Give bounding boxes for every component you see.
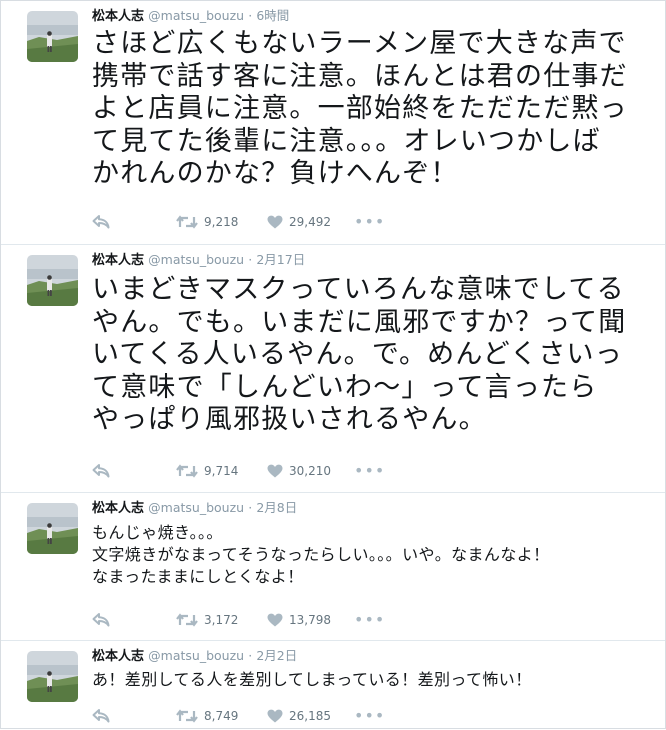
like-count: 30,210 (289, 464, 331, 478)
tweet-text-line: あ！差別してる人を差別してしまっている！差別って怖い！ (92, 670, 532, 689)
author-handle[interactable]: @matsu_bouzu (148, 648, 244, 663)
tweet-timestamp[interactable]: 6時間 (256, 8, 289, 23)
reply-button[interactable] (92, 610, 110, 630)
tweet-text-line: やん。でも。いまだに風邪ですか？って聞 (92, 306, 627, 338)
retweet-count: 8,749 (204, 709, 239, 723)
reply-button[interactable] (92, 461, 110, 481)
heart-icon (267, 464, 283, 478)
tweet-text-line: やっぱり風邪扱いされるやん。 (92, 404, 487, 435)
tweet-text-line: いてくる人いるやん。で。めんどくさいっ (92, 339, 623, 370)
reply-icon (92, 464, 110, 478)
tweet-timestamp[interactable]: 2月17日 (256, 252, 305, 267)
tweet-text: あ！差別してる人を差別してしまっている！差別って怖い！ (92, 669, 532, 691)
tweet-text-line: なまったままにしとくなよ！ (92, 567, 304, 586)
tweet-actions: 8,749 26,185 ••• (92, 706, 492, 726)
author-handle[interactable]: @matsu_bouzu (148, 252, 244, 267)
tweet-actions: 9,218 29,492 ••• (92, 212, 492, 232)
reply-icon (92, 709, 110, 723)
like-count: 26,185 (289, 709, 331, 723)
more-button[interactable]: ••• (354, 610, 385, 630)
more-button[interactable]: ••• (354, 461, 385, 481)
tweet-text-line: 文字焼きがなまってそうなったらしい。。。いや。なまんなよ！ (92, 545, 550, 564)
more-icon: ••• (354, 706, 386, 725)
separator-dot: · (248, 8, 253, 23)
reply-button[interactable] (92, 212, 110, 232)
more-icon: ••• (354, 461, 386, 480)
author-name[interactable]: 松本人志 (92, 501, 144, 516)
heart-icon (267, 215, 283, 229)
retweet-button[interactable]: 8,749 (176, 706, 238, 726)
avatar[interactable] (27, 255, 78, 306)
tweet-header: 松本人志 @matsu_bouzu · 2月17日 (92, 251, 305, 270)
tweet-text-line: て意味で「しんどいわ〜」って言ったら (92, 371, 598, 403)
reply-button[interactable] (92, 706, 110, 726)
separator-dot: · (248, 648, 253, 663)
tweet-actions: 9,714 30,210 ••• (92, 461, 492, 481)
retweet-count: 9,714 (204, 464, 239, 478)
retweet-icon (176, 464, 198, 478)
more-icon: ••• (354, 610, 386, 629)
retweet-icon (176, 215, 198, 229)
avatar[interactable] (27, 503, 78, 554)
tweet-text-line: 携帯で話す客に注意。ほんとは君の仕事だ (92, 60, 628, 92)
tweet-text-line: さほど広くもないラーメン屋で大きな声で (92, 28, 627, 59)
tweet-header: 松本人志 @matsu_bouzu · 6時間 (92, 7, 289, 26)
like-button[interactable]: 30,210 (267, 461, 331, 481)
tweet-text: さほど広くもないラーメン屋で大きな声で 携帯で話す客に注意。ほんとは君の仕事だ よと… (92, 28, 628, 191)
tweet-actions: 3,172 13,798 ••• (92, 610, 492, 630)
reply-icon (92, 215, 110, 229)
retweet-count: 3,172 (204, 613, 239, 627)
tweet[interactable]: 松本人志 @matsu_bouzu · 2月2日 あ！差別してる人を差別してしま… (1, 641, 665, 730)
heart-icon (267, 613, 283, 627)
author-handle[interactable]: @matsu_bouzu (148, 8, 244, 23)
tweet-text-line: いまどきマスクっていろんな意味でしてる (92, 274, 625, 305)
tweet[interactable]: 松本人志 @matsu_bouzu · 2月17日 いまどきマスクっていろんな意… (1, 245, 665, 493)
like-count: 13,798 (289, 613, 331, 627)
tweet-text-line: もんじゃ焼き。。。 (92, 523, 223, 542)
author-name[interactable]: 松本人志 (92, 649, 144, 664)
author-name[interactable]: 松本人志 (92, 9, 144, 24)
separator-dot: · (248, 252, 253, 267)
like-button[interactable]: 26,185 (267, 706, 331, 726)
retweet-icon (176, 613, 198, 627)
like-button[interactable]: 13,798 (267, 610, 331, 630)
avatar[interactable] (27, 11, 78, 62)
tweet-timestamp[interactable]: 2月2日 (256, 648, 297, 663)
tweet[interactable]: 松本人志 @matsu_bouzu · 2月8日 もんじゃ焼き。。。文字焼きがな… (1, 493, 665, 641)
tweet-text: もんじゃ焼き。。。文字焼きがなまってそうなったらしい。。。いや。なまんなよ！ なま… (92, 522, 550, 588)
tweet-text-line: よと店員に注意。一部始終をただただ黙っ (92, 93, 628, 124)
retweet-count: 9,218 (204, 215, 239, 229)
retweet-button[interactable]: 3,172 (176, 610, 238, 630)
retweet-button[interactable]: 9,218 (176, 212, 238, 232)
tweet-header: 松本人志 @matsu_bouzu · 2月2日 (92, 647, 297, 666)
author-handle[interactable]: @matsu_bouzu (148, 500, 244, 515)
separator-dot: · (248, 500, 253, 515)
avatar[interactable] (27, 651, 78, 702)
tweet-text: いまどきマスクっていろんな意味でしてる やん。でも。いまだに風邪ですか？って聞 いて… (92, 274, 626, 437)
reply-icon (92, 613, 110, 627)
author-name[interactable]: 松本人志 (92, 253, 144, 268)
more-icon: ••• (354, 212, 386, 231)
like-button[interactable]: 29,492 (267, 212, 331, 232)
retweet-icon (176, 709, 198, 723)
retweet-button[interactable]: 9,714 (176, 461, 238, 481)
like-count: 29,492 (289, 215, 331, 229)
heart-icon (267, 709, 283, 723)
tweet-text-line: かれんのかな？負けへんぞ！ (92, 158, 459, 189)
tweet[interactable]: 松本人志 @matsu_bouzu · 6時間 さほど広くもないラーメン屋で大き… (1, 1, 665, 245)
tweet-timeline: 松本人志 @matsu_bouzu · 6時間 さほど広くもないラーメン屋で大き… (0, 0, 666, 729)
tweet-header: 松本人志 @matsu_bouzu · 2月8日 (92, 499, 297, 518)
more-button[interactable]: ••• (354, 706, 385, 726)
tweet-text-line: て見てた後輩に注意。。。オレいつかしば (92, 125, 601, 157)
more-button[interactable]: ••• (354, 212, 385, 232)
tweet-timestamp[interactable]: 2月8日 (256, 500, 297, 515)
